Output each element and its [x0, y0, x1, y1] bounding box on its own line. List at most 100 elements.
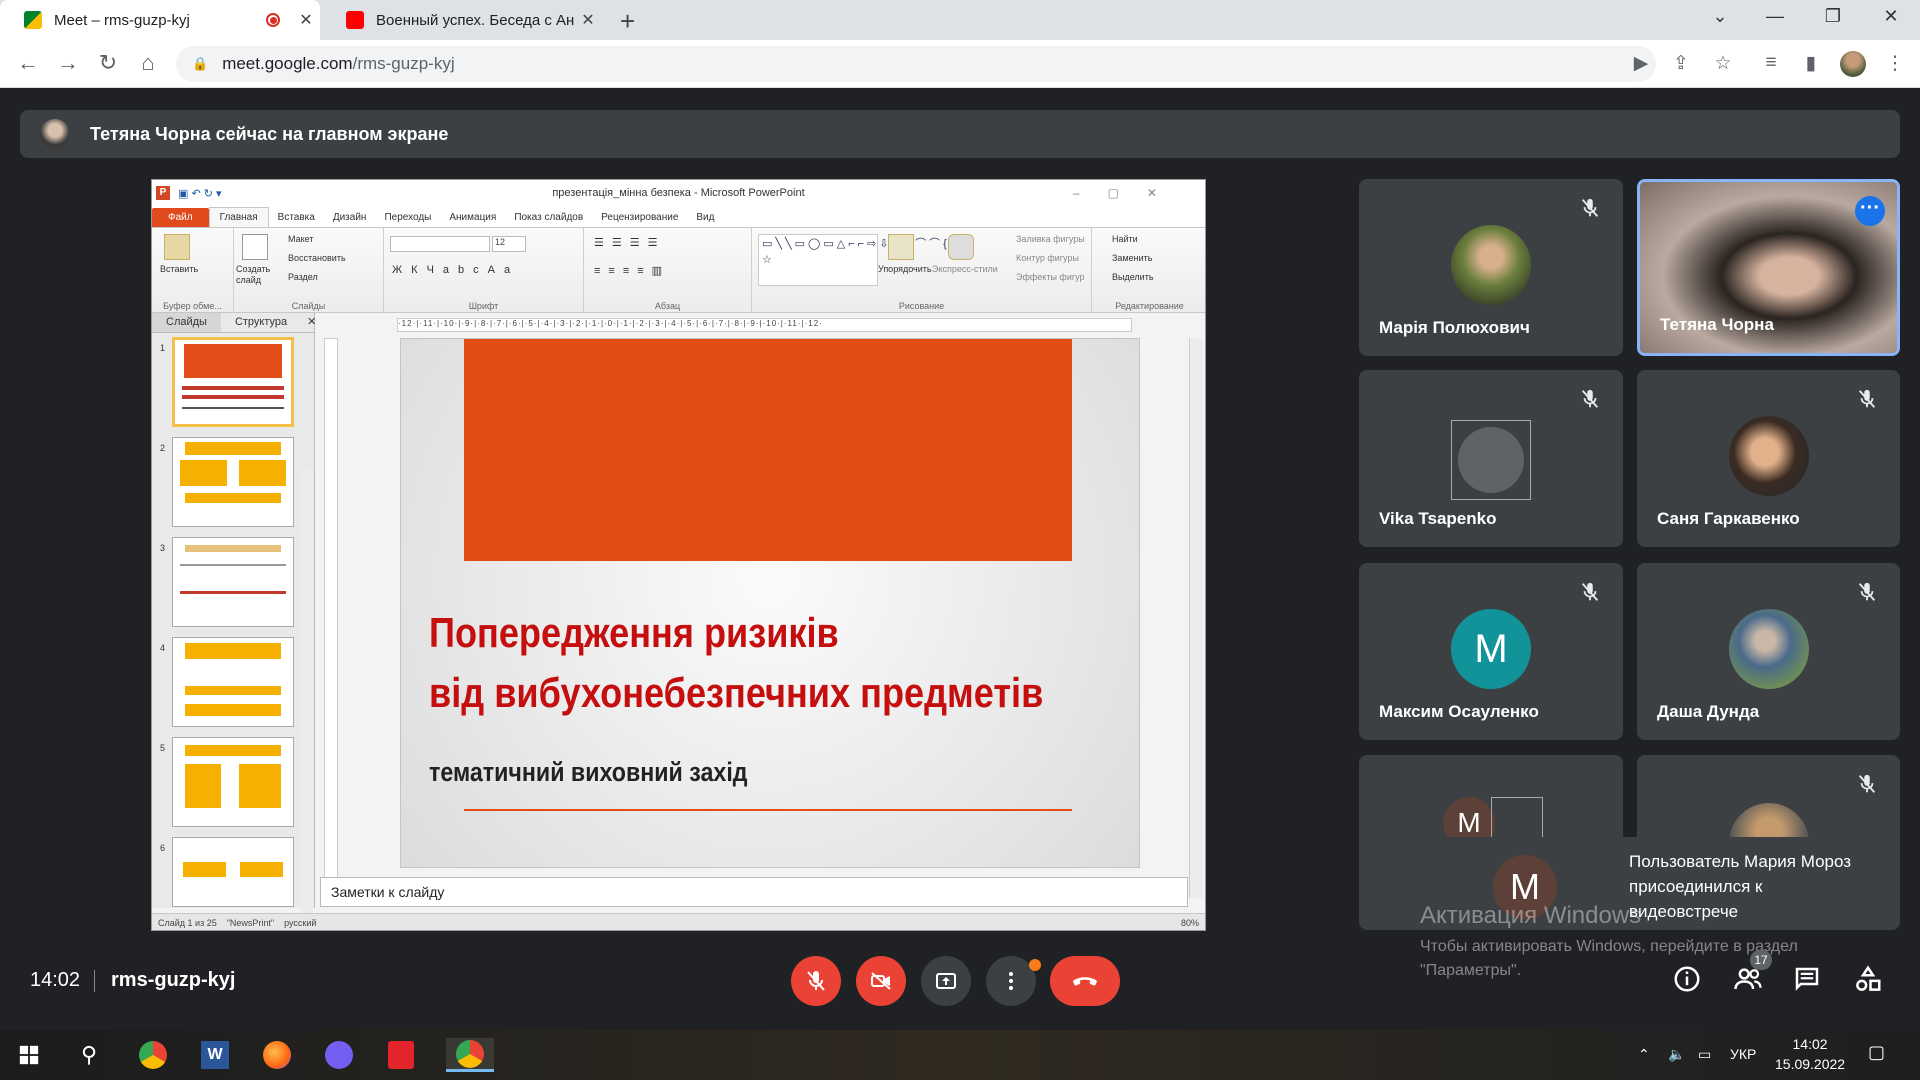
- share-icon[interactable]: ⇪: [1668, 52, 1694, 75]
- powerpoint-window-title: презентація_мінна безпека - Microsoft Po…: [552, 187, 805, 199]
- meeting-details-icon[interactable]: [1672, 964, 1702, 994]
- shared-screen-powerpoint: P ▣ ↶ ↻ ▾ презентація_мінна безпека - Mi…: [151, 179, 1206, 931]
- viber-icon[interactable]: [322, 1038, 356, 1072]
- mic-toggle-button[interactable]: [791, 956, 841, 1006]
- font-name-box: [390, 236, 490, 252]
- bookmark-star-icon[interactable]: ☆: [1710, 52, 1736, 75]
- participant-tile[interactable]: M Максим Осауленко: [1359, 563, 1623, 740]
- participant-tile[interactable]: Vika Tsapenko: [1359, 370, 1623, 547]
- tab-search-chevron-icon[interactable]: ⌄: [1705, 6, 1735, 27]
- meeting-time: 14:02: [30, 969, 81, 991]
- mic-off-icon: [1579, 581, 1601, 603]
- participant-tile[interactable]: Марія Полюхович: [1359, 179, 1623, 356]
- slide-counter: Слайд 1 из 25: [158, 918, 217, 928]
- taskbar-clock[interactable]: 14:02 15.09.2022: [1775, 1034, 1845, 1074]
- thumb-number: 6: [160, 843, 166, 853]
- quick-styles-icon: [948, 234, 974, 260]
- notification-dot: [1029, 959, 1041, 971]
- ribbon-tabs: Файл Главная Вставка Дизайн Переходы Ани…: [152, 206, 1205, 228]
- restore-icon[interactable]: ❐: [1818, 6, 1848, 27]
- media-queue-icon[interactable]: ≡: [1758, 52, 1784, 74]
- group-drawing: ▭╲╲▭◯▭△⌐⌐⇨⇩△↘⌒⌒{}☆ Упорядочить Экспресс-…: [752, 228, 1092, 313]
- menu-view: Вид: [696, 212, 715, 223]
- battery-icon[interactable]: ▭: [1698, 1046, 1711, 1063]
- slide-subtitle: тематичний виховний захід: [429, 757, 748, 787]
- minimize-icon[interactable]: —: [1760, 6, 1790, 27]
- firefox-icon[interactable]: [260, 1038, 294, 1072]
- side-panel-icon[interactable]: ▮: [1798, 52, 1824, 75]
- reset-label: Восстановить: [288, 253, 346, 263]
- close-window-icon[interactable]: ✕: [1876, 6, 1906, 27]
- browser-menu-icon[interactable]: ⋮: [1882, 52, 1908, 75]
- meet-favicon-icon: [24, 11, 42, 29]
- menu-animation: Анимация: [449, 212, 497, 223]
- windows-start-icon[interactable]: [12, 1038, 46, 1072]
- lock-icon: 🔒: [192, 56, 209, 71]
- tray-chevron-icon[interactable]: ⌃: [1638, 1046, 1650, 1063]
- chat-icon[interactable]: [1792, 964, 1822, 994]
- search-icon[interactable]: ⚲: [72, 1038, 106, 1072]
- mic-off-icon: [807, 971, 825, 991]
- participant-tile[interactable]: Даша Дунда: [1637, 563, 1900, 740]
- group-paragraph-label: Абзац: [654, 301, 681, 311]
- home-icon[interactable]: ⌂: [134, 50, 162, 76]
- slide-scrollbar: [1189, 338, 1203, 898]
- more-options-icon[interactable]: ···: [1855, 196, 1885, 226]
- word-icon[interactable]: W: [198, 1038, 232, 1072]
- menu-review: Рецензирование: [601, 212, 679, 223]
- tab-meet[interactable]: Meet – rms-guzp-kyj ✕: [0, 0, 320, 40]
- pane-tabs: Слайды Структура ✕: [152, 313, 316, 333]
- tab-youtube[interactable]: Военный успех. Беседа с Андреем ✕: [322, 0, 602, 40]
- slide-thumbnail: [172, 537, 294, 627]
- youtube-favicon-icon: [346, 11, 364, 29]
- find-label: Найти: [1112, 234, 1138, 244]
- volume-icon[interactable]: 🔈: [1668, 1046, 1685, 1063]
- close-tab-icon[interactable]: ✕: [292, 10, 320, 30]
- shapes-gallery-icon: ▭╲╲▭◯▭△⌐⌐⇨⇩△↘⌒⌒{}☆: [758, 234, 954, 286]
- participant-avatar: [1729, 609, 1809, 689]
- slide-canvas: Попередження ризиків від вибухонебезпечн…: [400, 338, 1140, 868]
- leave-call-button[interactable]: [1050, 956, 1120, 1006]
- chrome-active-icon[interactable]: [446, 1038, 494, 1072]
- chrome-icon[interactable]: [136, 1038, 170, 1072]
- close-tab-icon[interactable]: ✕: [574, 10, 602, 30]
- group-editing-label: Редактирование: [1115, 301, 1184, 311]
- slide-underline: [464, 809, 1072, 811]
- shape-fill-label: Заливка фигуры: [1016, 234, 1085, 244]
- mic-off-icon: [1856, 388, 1878, 410]
- participant-count-badge: 17: [1750, 950, 1772, 970]
- slide-thumbnail: [172, 837, 294, 907]
- url-bar[interactable]: 🔒 meet.google.com/rms-guzp-kyj: [176, 46, 1656, 82]
- notifications-icon[interactable]: ▢: [1868, 1042, 1885, 1063]
- forward-icon[interactable]: →: [54, 50, 82, 76]
- keyboard-language[interactable]: УКР: [1730, 1046, 1756, 1062]
- list-icons: ☰☰☰☰: [594, 237, 666, 249]
- back-icon[interactable]: ←: [14, 50, 42, 76]
- slide-thumbnail: [172, 637, 294, 727]
- present-button[interactable]: [921, 956, 971, 1006]
- arrange-label: Упорядочить: [878, 264, 932, 274]
- activities-icon[interactable]: [1853, 964, 1883, 994]
- menu-slideshow: Показ слайдов: [514, 212, 584, 223]
- meet-controls-bar: 14:02 rms-guzp-kyj 17: [0, 950, 1920, 1030]
- profile-avatar[interactable]: [1840, 51, 1866, 77]
- group-clipboard-label: Буфер обме...: [163, 301, 222, 311]
- pane-close-icon: ✕: [307, 316, 317, 328]
- select-label: Выделить: [1112, 272, 1154, 282]
- reload-icon[interactable]: ↻: [94, 50, 122, 76]
- camera-toggle-button[interactable]: [856, 956, 906, 1006]
- recording-icon: [266, 13, 280, 27]
- acrobat-icon[interactable]: [384, 1038, 418, 1072]
- participant-tile-speaking[interactable]: ··· Тетяна Чорна: [1637, 179, 1900, 356]
- meeting-code: rms-guzp-kyj: [111, 969, 236, 991]
- align-icons: ≡≡≡≡▥: [594, 265, 671, 277]
- url-host: meet.google.com: [222, 54, 353, 73]
- camera-icon[interactable]: ▶: [1628, 52, 1654, 75]
- new-tab-icon[interactable]: +: [620, 6, 635, 37]
- presentation-banner: Тетяна Чорна сейчас на главном экране: [20, 110, 1900, 158]
- participant-tile[interactable]: Саня Гаркавенко: [1637, 370, 1900, 547]
- participant-avatar: [1451, 225, 1531, 305]
- participant-avatar: [1729, 416, 1809, 496]
- camera-off-icon: [871, 972, 891, 990]
- mic-off-icon: [1579, 197, 1601, 219]
